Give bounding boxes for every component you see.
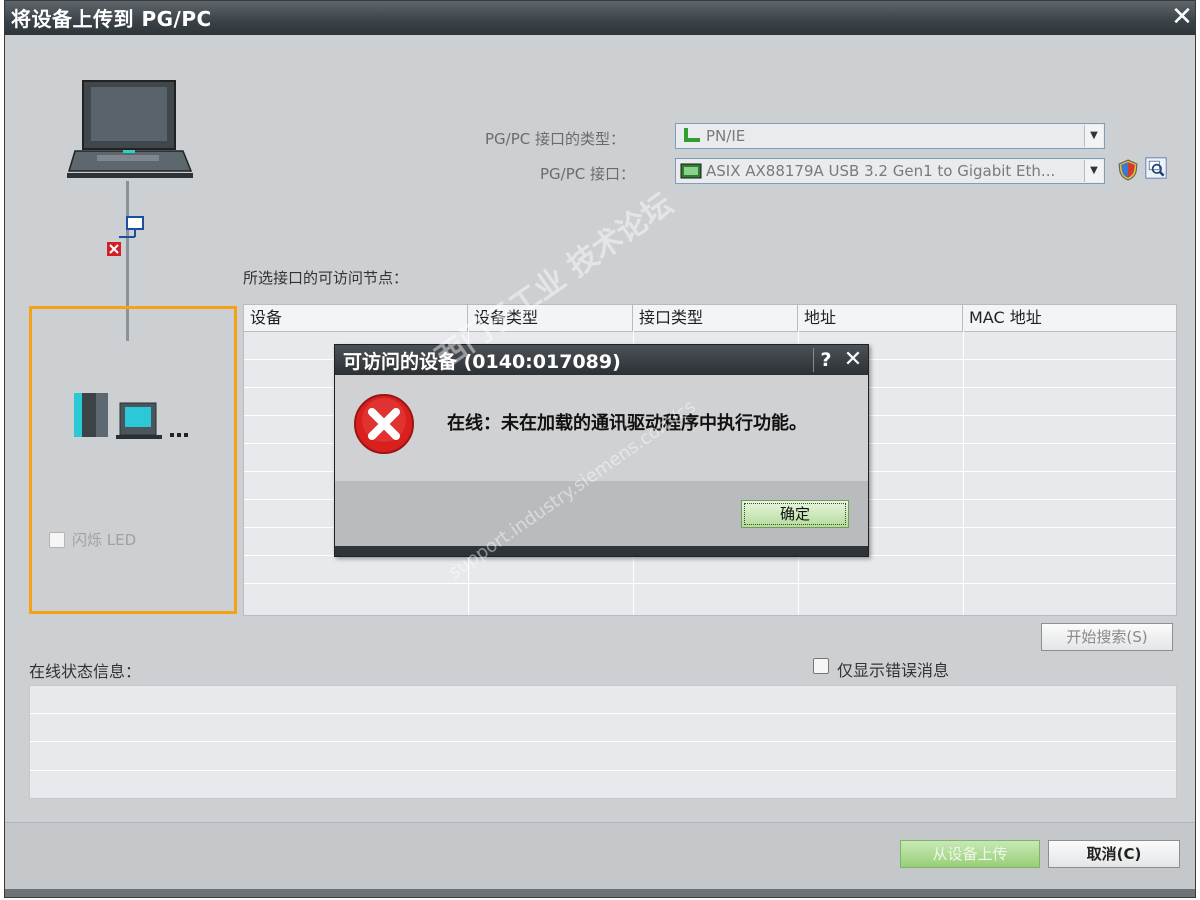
shield-icon[interactable] bbox=[1117, 158, 1139, 182]
start-search-button[interactable]: 开始搜索(S) bbox=[1041, 623, 1173, 651]
column-header-address[interactable]: 地址 bbox=[798, 305, 963, 331]
column-header-mac[interactable]: MAC 地址 bbox=[963, 305, 1176, 331]
network-card-icon bbox=[680, 163, 702, 179]
laptop-icon bbox=[67, 80, 193, 178]
flash-led-checkbox[interactable] bbox=[49, 532, 65, 548]
interface-type-label: PG/PC 接口的类型： bbox=[485, 130, 626, 148]
cancel-button[interactable]: 取消(C) bbox=[1048, 840, 1180, 868]
ok-button[interactable]: 确定 bbox=[741, 500, 849, 528]
dialog-message: 在线：未在加载的通讯驱动程序中执行功能。 bbox=[447, 413, 807, 434]
errors-only-checkbox[interactable] bbox=[813, 658, 829, 674]
network-error-icon bbox=[107, 216, 144, 256]
interface-port-value: ASIX AX88179A USB 3.2 Gen1 to Gigabit Et… bbox=[706, 162, 1056, 180]
flash-led-label: 闪烁 LED bbox=[72, 531, 137, 549]
footer-bar: 从设备上传 取消(C) bbox=[5, 822, 1195, 897]
chevron-down-icon[interactable]: ▼ bbox=[1084, 125, 1103, 147]
device-panel: 闪烁 LED bbox=[29, 306, 237, 614]
interface-type-value: PN/IE bbox=[706, 127, 746, 145]
diagnostic-icon[interactable] bbox=[1145, 156, 1167, 180]
interface-type-select[interactable]: PN/IE ▼ bbox=[675, 123, 1105, 149]
error-icon bbox=[354, 394, 414, 454]
table-header: 设备 设备类型 接口类型 地址 MAC 地址 bbox=[244, 305, 1176, 332]
upload-from-device-button[interactable]: 从设备上传 bbox=[900, 840, 1040, 868]
dialog-title-bar: 可访问的设备 (0140:017089) ? ✕ bbox=[335, 345, 868, 375]
window-title: 将设备上传到 PG/PC bbox=[11, 7, 212, 31]
chevron-down-icon[interactable]: ▼ bbox=[1084, 160, 1103, 182]
column-header-interface-type[interactable]: 接口类型 bbox=[633, 305, 798, 331]
accessible-nodes-label: 所选接口的可访问节点： bbox=[243, 269, 409, 287]
error-dialog: 可访问的设备 (0140:017089) ? ✕ 在线：未在加载的通讯驱动程序中… bbox=[334, 344, 869, 557]
help-icon[interactable]: ? bbox=[813, 348, 838, 372]
column-header-device-type[interactable]: 设备类型 bbox=[468, 305, 633, 331]
errors-only-label: 仅显示错误消息 bbox=[837, 661, 950, 680]
upload-window: 将设备上传到 PG/PC ✕ PG/PC 接口的类型： PN/IE ▼ PG/P… bbox=[4, 0, 1196, 898]
online-status-label: 在线状态信息： bbox=[29, 662, 142, 681]
close-icon[interactable]: ✕ bbox=[841, 348, 865, 372]
dialog-title: 可访问的设备 (0140:017089) bbox=[343, 351, 621, 373]
close-icon[interactable]: ✕ bbox=[1171, 4, 1193, 30]
title-bar: 将设备上传到 PG/PC ✕ bbox=[5, 1, 1195, 35]
plc-device-icon bbox=[74, 393, 188, 439]
interface-port-select[interactable]: ASIX AX88179A USB 3.2 Gen1 to Gigabit Et… bbox=[675, 158, 1105, 184]
interface-port-label: PG/PC 接口： bbox=[540, 165, 636, 183]
column-header-device[interactable]: 设备 bbox=[244, 305, 468, 331]
network-type-icon bbox=[684, 128, 700, 142]
online-status-box bbox=[29, 685, 1177, 799]
